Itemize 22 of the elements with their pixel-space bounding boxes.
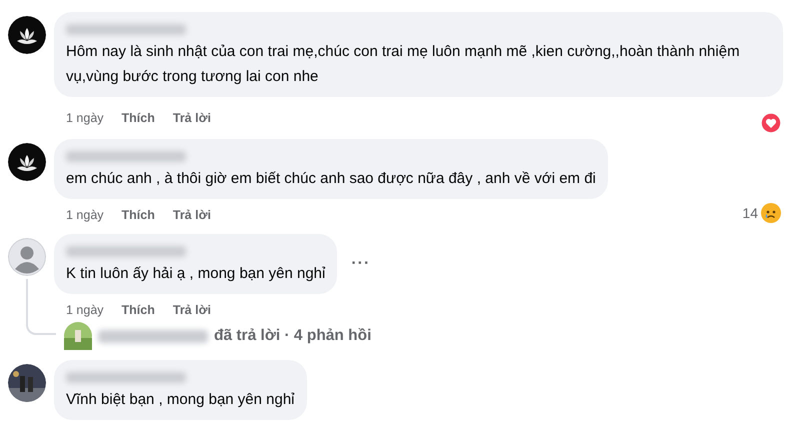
like-link[interactable]: Thích [122,301,155,320]
comment-time[interactable]: 1 ngày [66,301,104,320]
sad-face-icon [760,202,782,224]
reply-link[interactable]: Trả lời [172,301,211,320]
photo-avatar[interactable] [8,364,46,402]
replies-link[interactable]: đã trả lời · 4 phản hồi [214,324,372,348]
lotus-avatar[interactable] [8,143,46,181]
reply-link[interactable]: Trả lời [172,109,211,128]
comment-time[interactable]: 1 ngày [66,206,104,225]
like-link[interactable]: Thích [122,109,155,128]
comment-text: K tin luôn ấy hải ạ , mong bạn yên nghỉ [66,264,326,284]
more-options-button[interactable]: ··· [351,252,370,276]
like-link[interactable]: Thích [122,206,155,225]
reply-link[interactable]: Trả lời [172,206,211,225]
default-avatar[interactable] [8,238,46,276]
lotus-avatar[interactable] [8,16,46,54]
reaction-count: 14 [742,204,758,222]
comment-text: em chúc anh , à thôi giờ em biết chúc anh sao được nữa đây , anh về với em đi [66,169,596,189]
comment-text: Vĩnh biệt bạn , mong bạn yên nghỉ [66,390,295,410]
comment-text: Hôm nay là sinh nhật của con trai mẹ,chúc con trai mẹ luôn mạnh mẽ ,kien cường,,hoàn thành nhiệm vụ,vùng bước trong tương lai con nhe [66,42,741,87]
small-avatar[interactable] [64,322,92,350]
comment-time[interactable]: 1 ngày [66,109,104,128]
